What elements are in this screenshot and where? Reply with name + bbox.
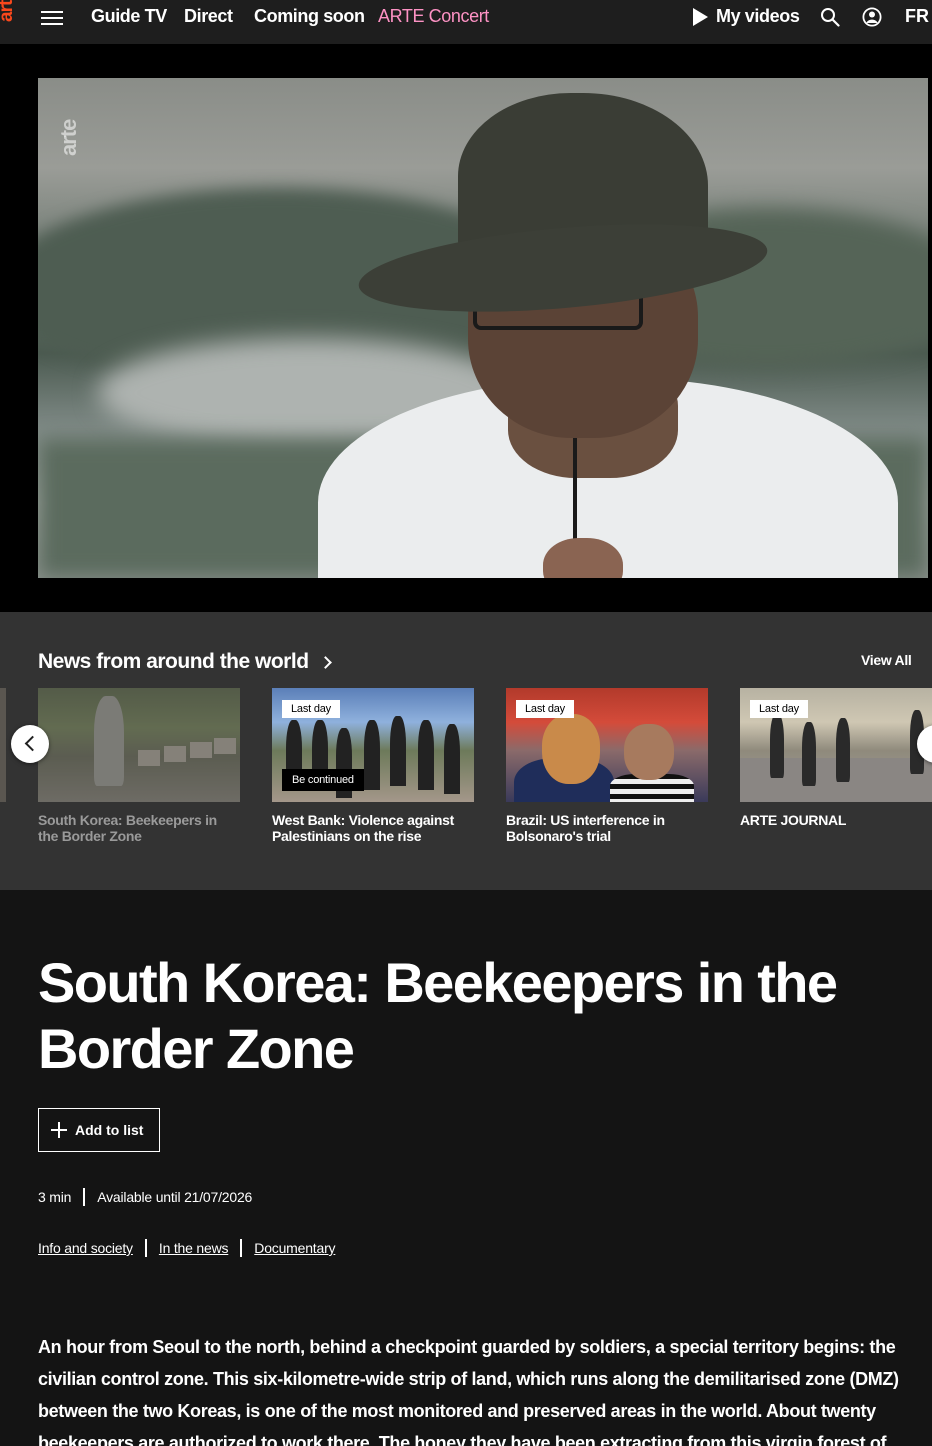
- program-meta: 3 min Available until 21/07/2026: [38, 1188, 252, 1206]
- rail-title-link[interactable]: News from around the world: [38, 650, 332, 674]
- language-selector[interactable]: FR: [905, 6, 929, 27]
- rail-title: News from around the world: [38, 650, 309, 673]
- add-to-list-label: Add to list: [75, 1122, 144, 1138]
- view-all-link[interactable]: View All: [861, 652, 912, 668]
- video-card[interactable]: Last day ARTE JOURNAL: [740, 688, 932, 828]
- last-day-badge: Last day: [516, 700, 574, 718]
- video-card-title: West Bank: Violence against Palestinians…: [272, 812, 455, 844]
- video-thumbnail: Last day Be continued: [272, 688, 474, 802]
- video-card[interactable]: Last day Brazil: US interference in Bols…: [506, 688, 708, 844]
- channel-watermark: arte: [56, 119, 81, 156]
- video-thumbnail: [38, 688, 240, 802]
- tag-info-and-society[interactable]: Info and society: [38, 1240, 133, 1256]
- last-day-badge: Last day: [282, 700, 340, 718]
- program-title: South Korea: Beekeepers in the Border Zo…: [38, 951, 838, 1080]
- divider: [83, 1188, 86, 1206]
- divider: [144, 1239, 147, 1257]
- nav-link-coming-soon[interactable]: Coming soon: [254, 6, 365, 27]
- arte-logo[interactable]: arte: [0, 0, 20, 44]
- my-videos-label: My videos: [716, 6, 800, 26]
- logo-text: arte: [0, 0, 17, 22]
- divider: [240, 1239, 243, 1257]
- video-card[interactable]: South Korea: Beekeepers in the Border Zo…: [38, 688, 240, 844]
- previous-card-edge: [0, 688, 6, 802]
- video-card-title: ARTE JOURNAL: [740, 812, 847, 828]
- video-thumbnail: Last day: [740, 688, 932, 802]
- continued-badge: Be continued: [282, 769, 364, 791]
- last-day-badge: Last day: [750, 700, 808, 718]
- video-card[interactable]: Last day Be continued West Bank: Violenc…: [272, 688, 474, 844]
- chevron-right-icon: [318, 655, 332, 669]
- nav-link-arte-concert[interactable]: ARTE Concert: [378, 6, 489, 27]
- availability: Available until 21/07/2026: [97, 1189, 253, 1205]
- add-to-list-button[interactable]: Add to list: [38, 1108, 160, 1152]
- video-card-title: South Korea: Beekeepers in the Border Zo…: [38, 812, 217, 844]
- menu-icon[interactable]: [41, 11, 63, 25]
- related-videos-rail: News from around the world View All Sout…: [0, 612, 932, 890]
- search-icon[interactable]: [820, 7, 840, 27]
- nav-link-guide-tv[interactable]: Guide TV: [91, 6, 167, 27]
- account-icon[interactable]: [862, 7, 882, 27]
- my-videos-button[interactable]: My videos: [693, 6, 800, 27]
- program-tags: Info and society In the news Documentary: [38, 1239, 336, 1257]
- nav-link-direct[interactable]: Direct: [184, 6, 233, 27]
- top-navigation: arte Guide TV Direct Coming soon ARTE Co…: [0, 0, 932, 44]
- video-player[interactable]: arte: [38, 78, 928, 578]
- play-icon: [693, 7, 708, 26]
- duration: 3 min: [38, 1189, 72, 1205]
- plus-icon: [51, 1122, 67, 1138]
- video-card-title: Brazil: US interference in Bolsonaro's t…: [506, 812, 665, 844]
- program-description: An hour from Seoul to the north, behind …: [38, 1337, 899, 1446]
- chevron-left-icon: [24, 735, 41, 752]
- tag-in-the-news[interactable]: In the news: [159, 1240, 229, 1256]
- video-thumbnail: Last day: [506, 688, 708, 802]
- tag-documentary[interactable]: Documentary: [254, 1240, 335, 1256]
- carousel-prev-button[interactable]: [11, 725, 49, 763]
- video-player-area: arte: [0, 44, 932, 612]
